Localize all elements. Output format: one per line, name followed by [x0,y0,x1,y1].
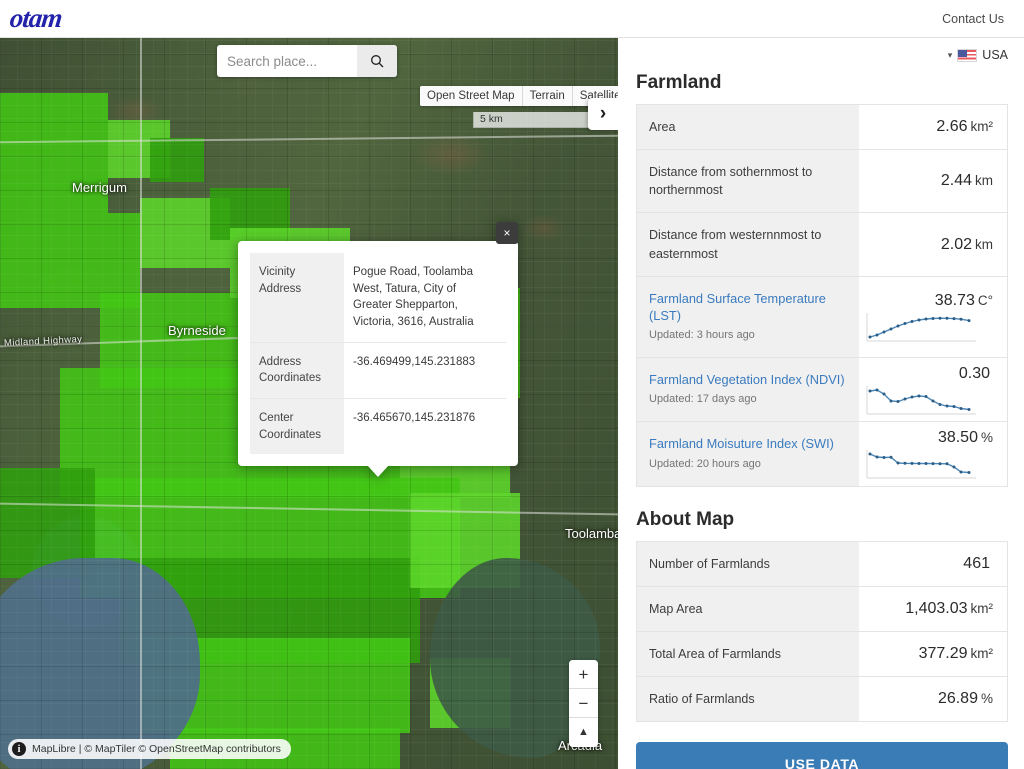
sparkline-ndvi [866,386,977,415]
farmland-info-table: Area 2.66 km² Distance from sothernmost t… [636,104,1008,487]
index-lst-value-cell: 38.73 C° [859,276,1008,358]
country-name-label: USA [982,48,1008,62]
popup-key-center-coordinates: Center Coordinates [250,398,344,455]
popup-body: × Vicinity Address Pogue Road, Toolamba … [238,222,518,478]
index-lst-label: Farmland Surface Temperature (LST) Updat… [636,276,860,358]
value-number: 2.44 [940,172,972,190]
number-of-farmlands-value: 461 [859,541,1008,587]
farmland-we-distance-label: Distance from westernnmost to easternmos… [636,212,860,277]
country-selector[interactable]: ▾ USA [628,44,1008,66]
index-swi-link[interactable]: Farmland Moisuture Index (SWI) [649,435,847,452]
details-side-panel: ▾ USA Farmland Area 2.66 km² Distance fro… [618,38,1024,769]
panel-expand-button[interactable]: › [588,98,618,130]
about-map-section-title: About Map [636,508,735,530]
index-ndvi-value-cell: 0.30 [859,357,1008,422]
index-ndvi-value: 0.30 [958,365,990,383]
popup-details-table: Vicinity Address Pogue Road, Toolamba We… [250,253,506,455]
ratio-farmlands-label: Ratio of Farmlands [636,676,860,722]
value-unit: km² [970,600,994,616]
table-row: Vicinity Address Pogue Road, Toolamba We… [250,253,506,343]
attribution-text: MapLibre | © MapTiler © OpenStreetMap co… [32,743,281,755]
table-row: Center Coordinates -36.465670,145.231876 [250,398,506,455]
info-icon[interactable]: i [12,742,26,756]
index-ndvi-label: Farmland Vegetation Index (NDVI) Updated… [636,357,860,422]
popup-key-vicinity-address: Vicinity Address [250,253,344,343]
value-unit: C° [977,293,993,309]
table-row: Area 2.66 km² [636,104,1008,150]
index-ndvi-link[interactable]: Farmland Vegetation Index (NDVI) [649,371,847,388]
index-swi-label: Farmland Moisuture Index (SWI) Updated: … [636,421,860,486]
index-swi-updated: Updated: 20 hours ago [649,457,761,470]
main-content: Merrigum Byrneside Toolamba Arcadia Midl… [0,38,1024,769]
app-logo[interactable]: otam [5,3,63,33]
popup-value-address-coordinates: -36.469499,145.231883 [344,342,506,399]
index-ndvi-updated: Updated: 17 days ago [649,393,757,406]
map-area-value: 1,403.03 km² [859,586,1008,632]
road-line [140,38,142,769]
sparkline-lst [866,313,977,342]
sparkline-swi [866,450,977,479]
index-swi-value: 38.50% [937,429,993,447]
search-icon [371,55,384,68]
table-row: Distance from sothernmost to northernmos… [636,149,1008,213]
table-row: Total Area of Farmlands 377.29 km² [636,631,1008,677]
compass-north-button[interactable]: ▲ [569,718,598,747]
usa-flag-icon [957,48,978,62]
value-unit: km [975,236,993,252]
table-row: Farmland Moisuture Index (SWI) Updated: … [636,421,1008,486]
farmland-we-distance-value: 2.02 km [859,212,1008,277]
contact-us-link[interactable]: Contact Us [942,12,1004,26]
popup-pointer [367,465,389,478]
value-unit: % [980,690,993,706]
popup-key-address-coordinates: Address Coordinates [250,342,344,399]
table-row: Farmland Surface Temperature (LST) Updat… [636,276,1008,358]
top-header-bar: otam Contact Us [0,0,1024,38]
search-place-box[interactable] [217,45,397,77]
popup-value-vicinity-address: Pogue Road, Toolamba West, Tatura, City … [344,253,506,343]
total-area-farmlands-label: Total Area of Farmlands [636,631,860,677]
farmland-section-title: Farmland [636,72,722,93]
farmland-area-label: Area [636,104,860,150]
value-unit: km² [970,645,994,661]
map-zoom-controls[interactable]: + − ▲ [569,660,598,747]
value-number: 2.02 [940,235,972,253]
search-input[interactable] [217,45,357,77]
farmland-ns-distance-value: 2.44 km [859,149,1008,213]
table-row: Farmland Vegetation Index (NDVI) Updated… [636,357,1008,422]
table-row: Ratio of Farmlands 26.89% [636,676,1008,722]
farmland-area-value: 2.66 km² [859,104,1008,150]
index-swi-value-cell: 38.50% [859,421,1008,486]
table-row: Distance from westernnmost to easternmos… [636,212,1008,277]
table-row: Number of Farmlands 461 [636,541,1008,587]
use-data-button[interactable]: USE DATA [636,742,1008,769]
value-unit: km [975,173,993,189]
about-map-table: Number of Farmlands 461 Map Area 1,403.0… [636,540,1008,722]
table-row: Map Area 1,403.03 km² [636,586,1008,632]
map-area-label: Map Area [636,586,860,632]
index-lst-updated: Updated: 3 hours ago [649,329,755,342]
index-lst-link[interactable]: Farmland Surface Temperature (LST) [649,290,847,325]
basemap-terrain[interactable]: Terrain [521,86,572,106]
chevron-down-icon[interactable]: ▾ [948,50,953,61]
table-row: Address Coordinates -36.469499,145.23188… [250,342,506,399]
map-canvas[interactable]: Merrigum Byrneside Toolamba Arcadia Midl… [0,38,618,769]
map-feature-popup: × Vicinity Address Pogue Road, Toolamba … [238,222,518,478]
basemap-open-street-map[interactable]: Open Street Map [420,86,522,106]
search-button[interactable] [357,45,397,77]
index-lst-value: 38.73 C° [934,292,993,310]
value-number: 2.66 [936,118,968,136]
map-attribution: i MapLibre | © MapTiler © OpenStreetMap … [8,739,291,759]
zoom-out-button[interactable]: − [569,689,598,718]
value-unit: km² [970,119,994,135]
ratio-farmlands-value: 26.89% [859,676,1008,722]
popup-close-button[interactable]: × [496,222,518,244]
popup-value-center-coordinates: -36.465670,145.231876 [344,398,506,455]
total-area-farmlands-value: 377.29 km² [859,631,1008,677]
zoom-in-button[interactable]: + [569,660,598,689]
number-of-farmlands-label: Number of Farmlands [636,541,860,587]
farmland-ns-distance-label: Distance from sothernmost to northernmos… [636,149,860,213]
value-unit: % [980,430,993,446]
